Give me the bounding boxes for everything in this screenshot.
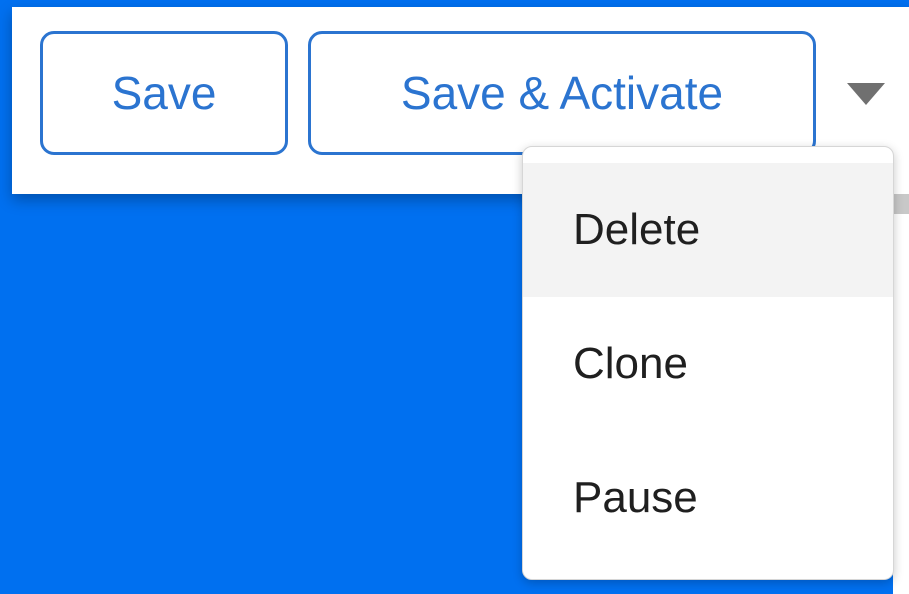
save-button[interactable]: Save [40, 31, 288, 155]
menu-item-pause[interactable]: Pause [523, 431, 893, 565]
save-and-activate-button[interactable]: Save & Activate [308, 31, 816, 155]
more-actions-menu: Delete Clone Pause [522, 146, 894, 580]
more-actions-toggle[interactable] [834, 59, 898, 129]
scrollbar-thumb[interactable] [893, 194, 909, 214]
caret-down-icon [847, 83, 885, 105]
menu-item-delete[interactable]: Delete [523, 163, 893, 297]
menu-item-clone[interactable]: Clone [523, 297, 893, 431]
scrollbar[interactable] [893, 194, 909, 594]
